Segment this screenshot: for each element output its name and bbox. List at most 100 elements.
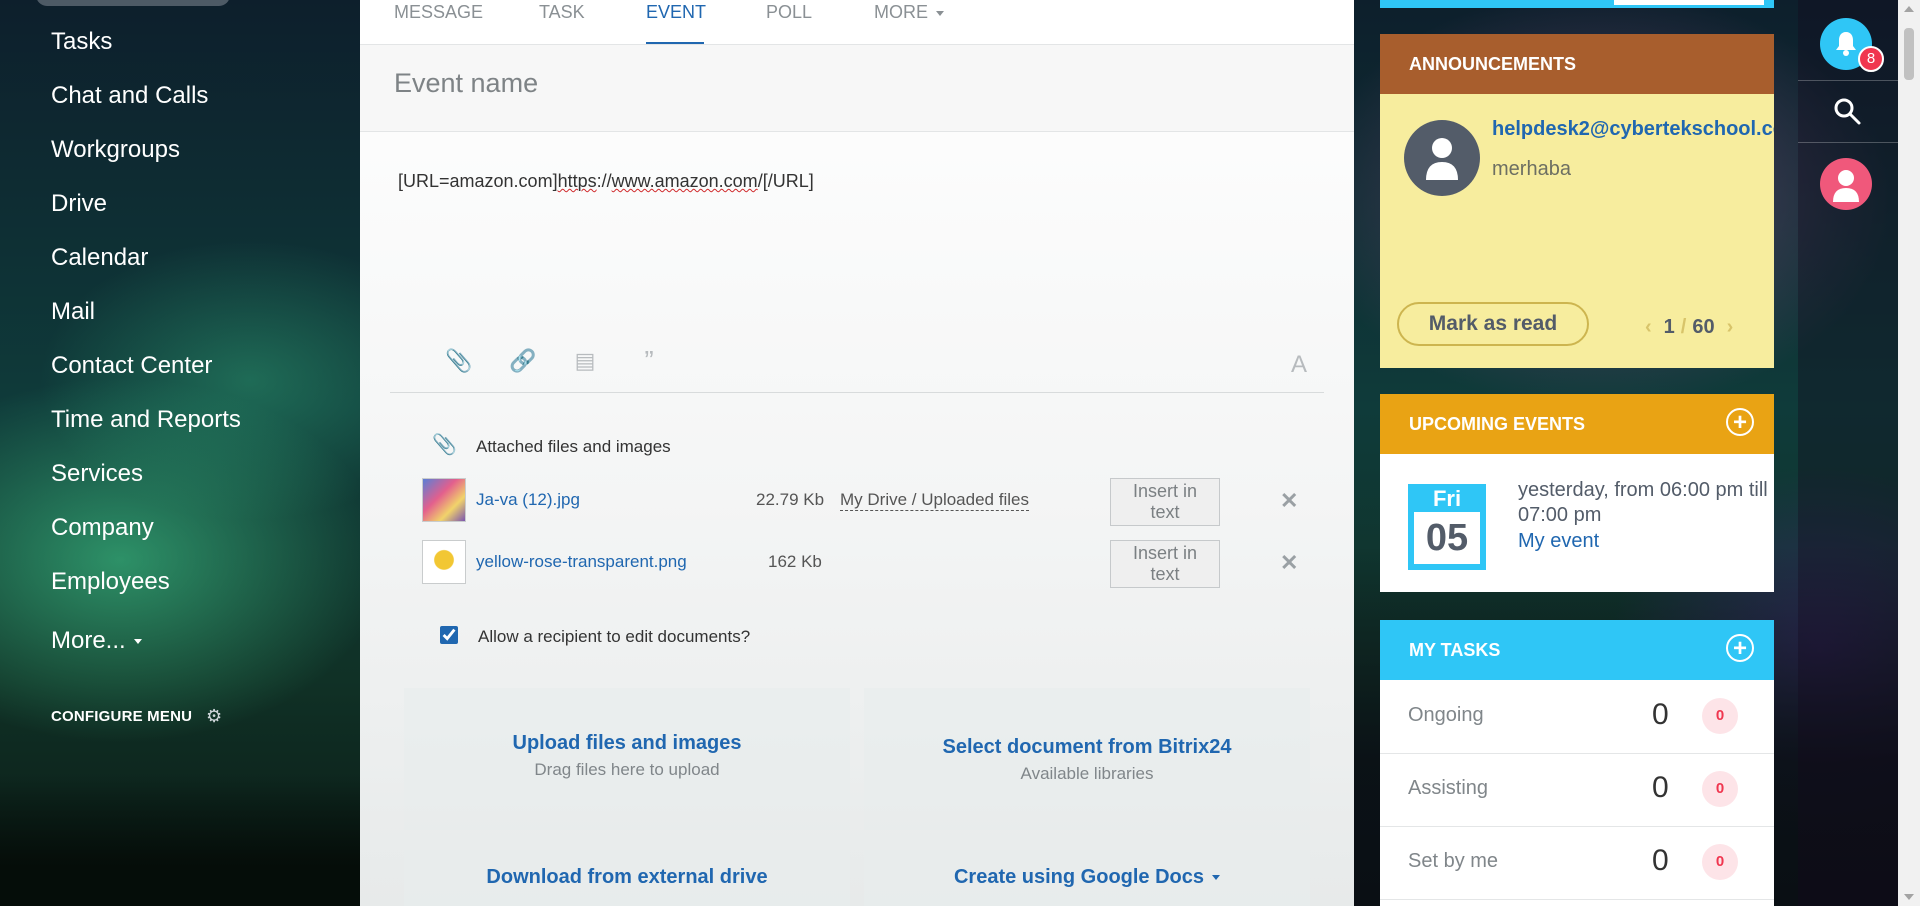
scroll-down-arrow[interactable] xyxy=(1904,894,1914,900)
menu-top-pill[interactable] xyxy=(36,0,230,6)
task-row-set-by-me[interactable]: Set by me 0 0 xyxy=(1380,826,1774,900)
task-row-ongoing[interactable]: Ongoing 0 0 xyxy=(1380,680,1774,754)
menu-item-drive[interactable]: Drive xyxy=(51,189,107,219)
google-docs-box[interactable]: Create using Google Docs xyxy=(864,850,1310,906)
file-thumbnail[interactable] xyxy=(422,478,466,522)
menu-item-calendar[interactable]: Calendar xyxy=(51,243,148,273)
configure-menu-link[interactable]: CONFIGURE MENU xyxy=(51,708,192,725)
task-count: 0 xyxy=(1652,844,1669,877)
menu-item-more[interactable]: More... xyxy=(51,626,142,656)
menu-item-more-label: More... xyxy=(51,627,126,654)
file-location-link[interactable]: My Drive / Uploaded files xyxy=(840,490,1029,511)
chevron-right-icon[interactable]: › xyxy=(1727,316,1734,338)
event-day: Fri xyxy=(1432,486,1462,511)
top-widget-button xyxy=(1614,0,1764,5)
download-external-drive-link[interactable]: Download from external drive xyxy=(404,866,850,889)
upload-files-link[interactable]: Upload files and images xyxy=(404,732,850,755)
event-date: 05 xyxy=(1414,512,1480,564)
select-document-box[interactable]: Select document from Bitrix24 Available … xyxy=(864,688,1310,830)
file-size: 162 Kb xyxy=(768,552,822,571)
menu-item-services[interactable]: Services xyxy=(51,459,143,489)
menu-item-contact-center[interactable]: Contact Center xyxy=(51,351,212,381)
menu-item-tasks[interactable]: Tasks xyxy=(51,27,112,57)
close-icon[interactable]: ✕ xyxy=(1280,550,1298,576)
tab-message[interactable]: MESSAGE xyxy=(394,2,483,23)
bell-icon xyxy=(1836,32,1856,56)
tab-event[interactable]: EVENT xyxy=(646,2,706,23)
gear-icon[interactable]: ⚙ xyxy=(206,706,226,726)
task-counter-badge[interactable]: 0 xyxy=(1702,771,1738,807)
announcement-author[interactable]: helpdesk2@cybertekschool.com xyxy=(1492,118,1774,141)
editor-text-prefix: [URL=amazon.com] xyxy=(398,171,558,191)
announcement-pager: ‹ 1/60 › xyxy=(1633,316,1745,339)
event-name-row xyxy=(360,45,1354,132)
event-date-badge: Fri 05 xyxy=(1408,484,1486,570)
scroll-thumb[interactable] xyxy=(1904,28,1914,80)
post-form: MESSAGE TASK EVENT POLL MORE [URL=amazon… xyxy=(360,0,1354,906)
user-avatar-button[interactable] xyxy=(1820,158,1872,210)
page-scrollbar[interactable] xyxy=(1898,0,1920,906)
user-icon xyxy=(1833,170,1859,202)
search-icon[interactable] xyxy=(1832,96,1862,126)
allow-edit-checkbox[interactable] xyxy=(440,626,458,644)
toolbar-divider xyxy=(1798,142,1898,143)
scroll-up-arrow[interactable] xyxy=(1904,6,1914,12)
task-counter-badge[interactable]: 0 xyxy=(1702,698,1738,734)
avatar[interactable] xyxy=(1404,120,1480,196)
insert-in-text-button[interactable]: Insert in text xyxy=(1110,540,1220,588)
active-tab-indicator xyxy=(646,42,704,44)
file-size: 22.79 Kb xyxy=(756,490,825,509)
tab-more-label: MORE xyxy=(874,2,928,22)
task-label: Assisting xyxy=(1408,777,1489,799)
menu-item-mail[interactable]: Mail xyxy=(51,297,95,327)
editor-text-domain: www.amazon.com xyxy=(611,171,758,191)
menu-item-employees[interactable]: Employees xyxy=(51,567,170,597)
upcoming-events-body: Fri 05 yesterday, from 06:00 pm till 07:… xyxy=(1380,454,1774,592)
plus-icon[interactable]: + xyxy=(1726,634,1754,662)
close-icon[interactable]: ✕ xyxy=(1280,488,1298,514)
link-icon[interactable]: 🔗 xyxy=(508,346,538,376)
pager-total: 60 xyxy=(1692,316,1715,338)
editor-toolbar: 📎 🔗 ▤ ” A xyxy=(390,340,1324,393)
insert-in-text-button[interactable]: Insert in text xyxy=(1110,478,1220,526)
plus-icon[interactable]: + xyxy=(1726,408,1754,436)
pager-separator: / xyxy=(1680,316,1687,338)
notifications-count-badge: 8 xyxy=(1858,46,1884,72)
chevron-down-icon xyxy=(133,639,142,645)
font-icon[interactable]: A xyxy=(1284,350,1314,380)
chevron-down-icon xyxy=(1212,875,1221,881)
event-link[interactable]: My event xyxy=(1518,530,1599,553)
upload-files-dropzone[interactable]: Upload files and images Drag files here … xyxy=(404,688,850,830)
task-row-assisting[interactable]: Assisting 0 0 xyxy=(1380,753,1774,827)
editor-text-colon: :// xyxy=(596,171,612,191)
select-document-link[interactable]: Select document from Bitrix24 xyxy=(864,736,1310,759)
menu-item-chat-and-calls[interactable]: Chat and Calls xyxy=(51,81,208,111)
chevron-down-icon xyxy=(936,10,944,16)
tab-poll[interactable]: POLL xyxy=(766,2,812,23)
allow-edit-label[interactable]: Allow a recipient to edit documents? xyxy=(478,627,750,647)
video-icon[interactable]: ▤ xyxy=(570,346,600,376)
menu-item-workgroups[interactable]: Workgroups xyxy=(51,135,180,165)
task-count: 0 xyxy=(1652,771,1669,804)
create-google-docs-link[interactable]: Create using Google Docs xyxy=(864,866,1310,889)
upcoming-events-title: UPCOMING EVENTS xyxy=(1409,414,1586,434)
editor-text-https: https xyxy=(557,171,597,191)
tab-task[interactable]: TASK xyxy=(539,2,585,23)
file-thumbnail[interactable] xyxy=(422,540,466,584)
task-counter-badge[interactable]: 0 xyxy=(1702,844,1738,880)
top-widget-strip xyxy=(1380,0,1774,8)
event-time: yesterday, from 06:00 pm till 07:00 pm xyxy=(1518,479,1768,526)
menu-item-time-and-reports[interactable]: Time and Reports xyxy=(51,405,241,435)
external-drive-box[interactable]: Download from external drive xyxy=(404,850,850,906)
attach-icon[interactable]: 📎 xyxy=(444,346,474,376)
quote-icon[interactable]: ” xyxy=(634,346,664,376)
mark-as-read-button[interactable]: Mark as read xyxy=(1397,302,1589,346)
file-name-link[interactable]: Ja-va (12).jpg xyxy=(476,490,580,510)
tab-more[interactable]: MORE xyxy=(874,2,944,23)
chevron-left-icon[interactable]: ‹ xyxy=(1645,316,1652,338)
editor-text-suffix: /[/URL] xyxy=(757,171,814,191)
editor-text[interactable]: [URL=amazon.com]https://www.amazon.com/[… xyxy=(398,171,814,192)
menu-item-company[interactable]: Company xyxy=(51,513,154,543)
file-name-link[interactable]: yellow-rose-transparent.png xyxy=(476,552,687,572)
event-name-input[interactable] xyxy=(392,67,1296,100)
